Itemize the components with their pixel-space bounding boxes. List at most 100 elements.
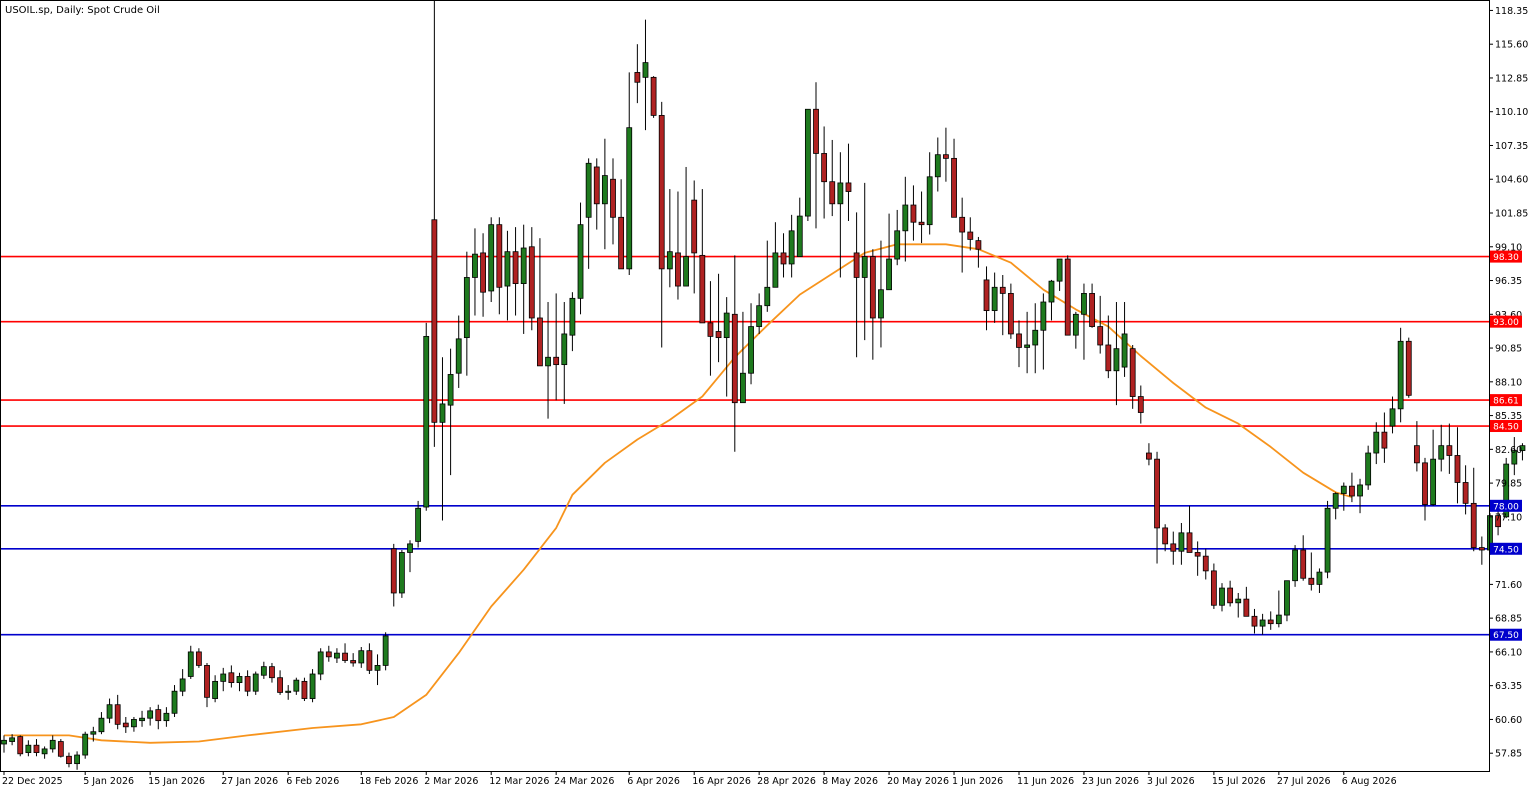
candle-body-down	[114, 704, 121, 725]
candle-body-up	[894, 230, 901, 260]
candle-body-down	[845, 182, 852, 192]
candle-body-up	[1219, 587, 1225, 606]
candle-body-up	[212, 680, 219, 699]
candle-body-up	[756, 305, 763, 327]
candle-body-up	[131, 719, 137, 728]
candle-body-up	[358, 650, 365, 664]
candle-body-down	[66, 755, 72, 765]
candle	[650, 76, 657, 118]
candle-body-up	[926, 176, 933, 226]
candle-body-up	[1121, 333, 1128, 368]
candle-body-up	[934, 154, 941, 178]
candle-body-up	[488, 224, 495, 292]
candle-body-down	[813, 108, 819, 154]
candle-body-up	[878, 289, 884, 319]
y-tick-label: 96.35	[1495, 276, 1522, 287]
candle-body-down	[943, 154, 949, 159]
candle	[252, 671, 259, 695]
candle-body-down	[1405, 340, 1412, 396]
candle	[1284, 580, 1290, 622]
candle-body-up	[1316, 571, 1323, 585]
candle-body-down	[1300, 549, 1307, 579]
candle-body-down	[1381, 431, 1388, 449]
candle-body-up	[1332, 493, 1339, 509]
candle-body-up	[569, 297, 576, 336]
candle-body-up	[49, 739, 56, 750]
x-tick-label: 5 Jan 2026	[83, 776, 134, 787]
candle-body-down	[1137, 396, 1144, 413]
candle-body-up	[171, 690, 178, 714]
candle-body-up	[1048, 280, 1055, 303]
candle-body-up	[25, 744, 32, 753]
candle-body-down	[910, 204, 917, 223]
candle	[1292, 545, 1298, 587]
candle-body-up	[236, 676, 243, 684]
candle	[1324, 500, 1331, 579]
candle-body-up	[1259, 619, 1266, 627]
resistance-level-label: 98.30	[1493, 253, 1519, 263]
x-tick-label: 20 May 2026	[887, 776, 949, 787]
candle-body-down	[1186, 532, 1193, 553]
candle-body-down	[301, 680, 308, 699]
candle-body-down	[1251, 615, 1258, 627]
candle-body-down	[1016, 333, 1022, 348]
candle-body-up	[1284, 580, 1290, 616]
x-tick-label: 6 Feb 2026	[286, 776, 339, 787]
x-tick-label: 15 Jan 2026	[148, 776, 205, 787]
candle-body-up	[139, 717, 145, 722]
x-tick-label: 24 Mar 2026	[554, 776, 614, 787]
candle-body-down	[342, 652, 348, 661]
candle-body-down	[829, 181, 836, 205]
candle-body-down	[512, 251, 519, 285]
y-tick-label: 71.60	[1495, 580, 1522, 591]
candle-body-down	[1007, 293, 1014, 335]
candle-body-down	[869, 256, 876, 319]
candle-body-down	[1210, 570, 1217, 606]
x-tick-label: 2 Mar 2026	[424, 776, 478, 787]
candle-body-down	[195, 651, 202, 666]
candle-body-down	[983, 279, 990, 312]
candle-body-down	[780, 252, 787, 265]
x-tick-label: 12 Mar 2026	[489, 776, 549, 787]
candle-body-down	[1413, 445, 1420, 464]
candle-body-up	[601, 175, 608, 205]
resistance-level-label: 84.50	[1493, 423, 1519, 433]
y-tick-label: 110.10	[1495, 107, 1528, 118]
candle-body-down	[650, 76, 657, 116]
candle-body-up	[1275, 614, 1282, 625]
candle-body-down	[496, 224, 503, 288]
candle-body-up	[382, 635, 389, 666]
candle-body-up	[90, 731, 97, 735]
candle-body-down	[1170, 543, 1177, 552]
candle-body-down	[1349, 485, 1355, 497]
candle-body-up	[902, 204, 909, 232]
candle-body-down	[1478, 547, 1485, 551]
candle-body-up	[1032, 329, 1039, 346]
candle-body-up	[309, 673, 316, 699]
candle-body-up	[642, 62, 649, 78]
candle-body-down	[1308, 577, 1315, 585]
candle-body-down	[325, 651, 332, 658]
x-tick-label: 8 May 2026	[822, 776, 878, 787]
candle-body-down	[1422, 462, 1428, 505]
support-level-label: 78.00	[1493, 502, 1519, 512]
candle-body-down	[699, 254, 706, 324]
x-tick-label: 1 Jun 2026	[952, 776, 1003, 787]
y-tick-label: 57.85	[1495, 749, 1522, 760]
x-tick-label: 23 Jun 2026	[1082, 776, 1139, 787]
candle-body-up	[252, 673, 259, 692]
y-tick-label: 107.35	[1495, 141, 1528, 152]
y-tick-label: 104.60	[1495, 175, 1528, 186]
candle-body-up	[1365, 452, 1372, 486]
y-tick-label: 90.85	[1495, 344, 1522, 355]
candle-body-up	[577, 224, 584, 299]
candle-body-up	[991, 286, 998, 312]
candle-body-down	[1105, 344, 1112, 372]
y-tick-label: 88.10	[1495, 377, 1522, 388]
resistance-level-label: 93.00	[1493, 318, 1519, 328]
candle-body-down	[715, 331, 722, 339]
x-tick-label: 22 Dec 2025	[2, 776, 63, 787]
candle	[82, 731, 89, 759]
candle-body-up	[334, 652, 340, 659]
candle-body-up	[585, 162, 592, 218]
